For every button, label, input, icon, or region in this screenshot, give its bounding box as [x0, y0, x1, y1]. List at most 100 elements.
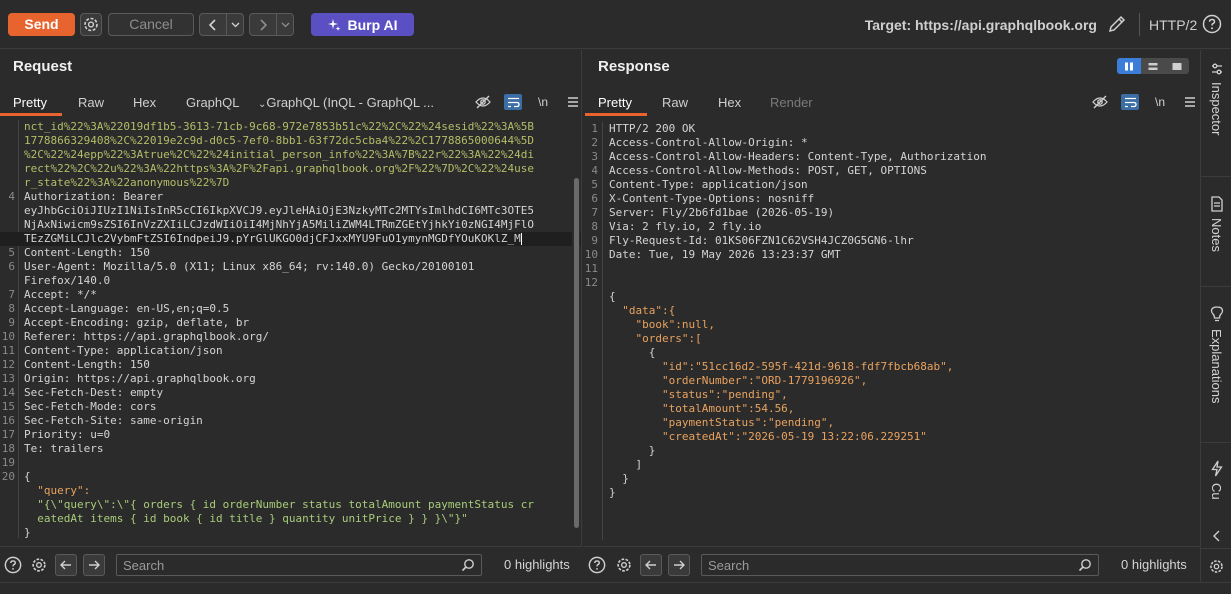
code-line: { — [583, 346, 1200, 360]
line-number: 8 — [591, 220, 598, 233]
tab-response-pretty[interactable]: Pretty — [598, 95, 632, 110]
request-search-field — [116, 554, 482, 576]
code-line: 8 Via: 2 fly.io, 2 fly.io — [583, 220, 1200, 234]
search-previous-button[interactable] — [55, 554, 77, 576]
line-number: 12 — [1, 358, 15, 371]
request-tabs: Pretty Raw Hex GraphQL ⌄GraphQL (InQL - … — [0, 88, 581, 116]
request-editor[interactable]: nct_id%22%3A%22019df1b5-3613-71cb-9c68-9… — [0, 120, 581, 538]
response-title: Response — [598, 58, 670, 75]
layout-tabs-button[interactable] — [1165, 58, 1189, 74]
target-label[interactable]: Target: https://api.graphqlbook.org — [865, 17, 1097, 33]
response-editor[interactable]: 1 HTTP/2 200 OK 2 Access-Control-Allow-Orig… — [583, 122, 1200, 540]
send-button[interactable]: Send — [8, 13, 75, 36]
code-line: %2C%22%24epp%22%3Atrue%2C%22%24initial_p… — [0, 148, 581, 162]
tab-request-inql[interactable]: ⌄GraphQL (InQL - GraphQL ... — [258, 95, 438, 110]
response-tabs: Pretty Raw Hex Render \n — [583, 88, 1200, 116]
show-newlines-toggle[interactable]: \n — [534, 94, 552, 110]
layout-stacked-button[interactable] — [1141, 58, 1165, 74]
rail-notes[interactable]: Notes — [1201, 196, 1231, 252]
tab-request-graphql[interactable]: GraphQL — [186, 95, 239, 110]
send-settings-button[interactable] — [80, 13, 102, 36]
line-number: 5 — [591, 178, 598, 191]
rail-inspector[interactable]: Inspector — [1201, 62, 1231, 135]
code-line: ] — [583, 458, 1200, 472]
code-text: "orders":[ — [609, 332, 702, 345]
line-number: 6 — [591, 192, 598, 205]
code-text: NjAxNiwicm9sZSI6InVzZXIiLCJzdWIiOiI4MjNh… — [24, 218, 534, 231]
forward-history-dropdown[interactable] — [276, 14, 293, 35]
back-nav-group — [199, 13, 244, 36]
rail-custom-actions[interactable]: Cu — [1201, 460, 1231, 520]
chevron-down-icon — [281, 22, 289, 27]
layout-side-by-side-button[interactable] — [1117, 58, 1141, 74]
code-line: } — [0, 526, 581, 538]
search-next-button[interactable] — [83, 554, 105, 576]
code-text: "query": — [24, 484, 91, 497]
code-text: } — [609, 486, 616, 499]
line-number: 10 — [584, 248, 598, 261]
response-scrollbar[interactable] — [1189, 122, 1197, 538]
code-line: 6 X-Content-Type-Options: nosniff — [583, 192, 1200, 206]
burp-ai-button[interactable]: Burp AI — [311, 13, 414, 36]
word-wrap-toggle[interactable] — [504, 94, 522, 110]
help-button[interactable] — [4, 556, 22, 574]
help-button[interactable] — [588, 556, 606, 574]
main-toolbar: Send Cancel Burp AI Target: https://api.… — [0, 0, 1231, 49]
hide-nonprintable-button[interactable] — [1091, 94, 1109, 110]
tab-request-raw[interactable]: Raw — [78, 95, 104, 110]
code-text: 1778866329408%2C%22019e2c9d-d0c5-7ef0-8b… — [24, 134, 534, 147]
line-number: 9 — [8, 316, 15, 329]
line-number: 2 — [591, 136, 598, 149]
rail-settings-button[interactable] — [1201, 558, 1231, 575]
forward-button[interactable] — [250, 14, 276, 35]
cancel-button[interactable]: Cancel — [108, 13, 194, 36]
response-menu-button[interactable] — [1181, 94, 1199, 110]
code-text: HTTP/2 200 OK — [609, 122, 696, 135]
search-previous-button[interactable] — [640, 554, 662, 576]
code-line: 19 — [0, 456, 581, 470]
word-wrap-toggle[interactable] — [1121, 94, 1139, 110]
single-pane-icon — [1172, 62, 1182, 70]
tab-request-pretty[interactable]: Pretty — [13, 95, 47, 110]
line-number: 19 — [1, 456, 15, 469]
search-next-button[interactable] — [668, 554, 690, 576]
code-text: User-Agent: Mozilla/5.0 (X11; Linux x86_… — [24, 260, 475, 273]
request-scroll-thumb[interactable] — [574, 178, 579, 528]
line-number: 20 — [1, 470, 15, 483]
code-line: 1778866329408%2C%22019e2c9d-d0c5-7ef0-8b… — [0, 134, 581, 148]
rail-separator — [1201, 286, 1231, 287]
request-panel: Request Pretty Raw Hex GraphQL ⌄GraphQL … — [0, 50, 582, 546]
rail-explanations[interactable]: Explanations — [1201, 306, 1231, 403]
hide-nonprintable-button[interactable] — [474, 94, 492, 110]
code-line: 14 Sec-Fetch-Dest: empty — [0, 386, 581, 400]
gear-icon — [617, 558, 631, 572]
search-settings-button[interactable] — [615, 556, 633, 574]
help-button[interactable] — [1202, 14, 1222, 37]
hamburger-icon — [1185, 97, 1195, 107]
tab-response-hex[interactable]: Hex — [718, 95, 741, 110]
back-history-dropdown[interactable] — [226, 14, 243, 35]
rail-collapse-button[interactable] — [1201, 530, 1231, 542]
protocol-label[interactable]: HTTP/2 — [1149, 17, 1197, 33]
code-text: r_state%22%3A%22anonymous%22%7D — [24, 176, 230, 189]
code-text: Priority: u=0 — [24, 428, 111, 441]
tab-response-raw[interactable]: Raw — [662, 95, 688, 110]
edit-target-button[interactable] — [1107, 14, 1127, 37]
tab-request-hex[interactable]: Hex — [133, 95, 156, 110]
tab-response-render[interactable]: Render — [770, 95, 813, 110]
code-line: 12 Content-Length: 150 — [0, 358, 581, 372]
code-text: Content-Length: 150 — [24, 246, 150, 259]
highlights-count: 0 highlights — [1121, 557, 1187, 572]
code-line: "paymentStatus":"pending", — [583, 416, 1200, 430]
search-input[interactable] — [702, 555, 1039, 575]
back-button[interactable] — [200, 14, 226, 35]
layout-toggle — [1117, 58, 1189, 74]
show-newlines-toggle[interactable]: \n — [1151, 94, 1169, 110]
code-text: } — [609, 444, 656, 457]
search-settings-button[interactable] — [30, 556, 48, 574]
request-menu-button[interactable] — [564, 94, 582, 110]
lightbulb-icon — [1210, 306, 1223, 322]
request-scrollbar[interactable] — [572, 120, 580, 538]
search-input[interactable] — [117, 555, 427, 575]
code-line: "book":null, — [583, 318, 1200, 332]
